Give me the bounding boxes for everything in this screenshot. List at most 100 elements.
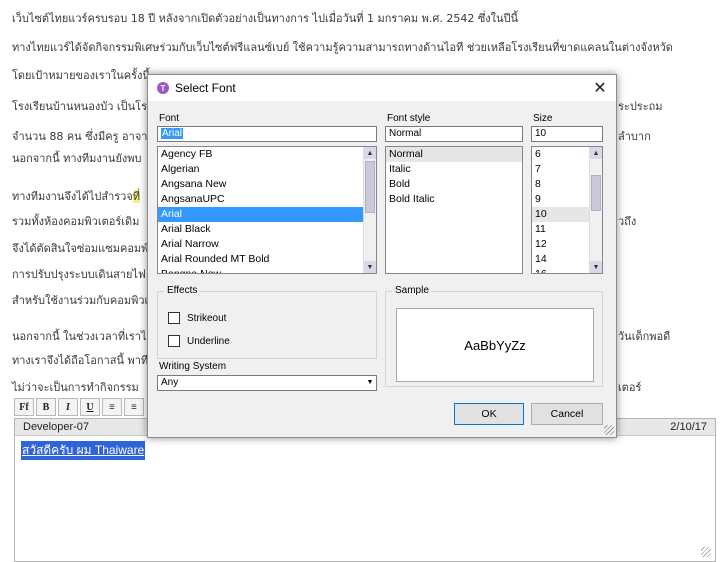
list-item[interactable]: Bold — [386, 177, 522, 192]
strikeout-label: Strikeout — [187, 312, 227, 324]
select-font-dialog: T Select Font ✕ Font Arial Agency FB Alge… — [147, 74, 617, 438]
underline-checkbox[interactable]: Underline — [168, 335, 230, 347]
article-line-tail: เตอร์ — [618, 381, 642, 394]
article-line: ทางไทยแวร์ได้จัดกิจกรรมพิเศษร่วมกับเว็บไ… — [12, 41, 673, 55]
close-icon[interactable]: ✕ — [590, 78, 610, 98]
scroll-up-icon[interactable]: ▲ — [590, 147, 602, 159]
font-name-value: Arial — [161, 128, 184, 139]
font-family-button[interactable]: Ff — [14, 398, 34, 416]
effects-label: Effects — [164, 285, 201, 296]
font-list[interactable]: Agency FB Algerian Angsana New AngsanaUPC Ar… — [157, 146, 377, 274]
article-line-tail: ลำบาก — [618, 130, 651, 143]
article-line: จำนวน 88 คน ซึ่งมีครู อาจา — [12, 130, 147, 144]
scroll-up-icon[interactable]: ▲ — [364, 147, 376, 159]
article-line: นอกจากนี้ ทางทีมงานยังพบ — [12, 152, 142, 166]
scroll-thumb[interactable] — [365, 161, 375, 213]
article-line: เว็บไซต์ไทยแวร์ครบรอบ 18 ปี หลังจากเปิดต… — [12, 12, 518, 26]
list-item[interactable]: Angsana New — [158, 177, 376, 192]
article-line-tail: วถึง — [618, 215, 637, 228]
underline-label: Underline — [187, 335, 230, 347]
article-line-text: โรงเรียนบ้านหนองบัว เป็นโร — [12, 100, 147, 113]
article-line-text: นอกจากนี้ ทางทีมงานยังพบ — [12, 152, 142, 165]
font-style-input[interactable]: Normal — [385, 126, 523, 142]
article-line: นอกจากนี้ ในช่วงเวลาที่เราไ — [12, 330, 146, 344]
highlighted-text: ที่ — [132, 190, 141, 203]
writing-system-label: Writing System — [159, 361, 227, 372]
article-line: โรงเรียนบ้านหนองบัว เป็นโร — [12, 100, 147, 114]
list-item[interactable]: Arial — [158, 207, 376, 222]
list-item[interactable]: Normal — [386, 147, 522, 162]
effects-group: Effects Strikeout Underline — [157, 285, 377, 359]
article-line-text: จำนวน 88 คน ซึ่งมีครู อาจา — [12, 130, 148, 143]
list-item[interactable]: Algerian — [158, 162, 376, 177]
list-item[interactable]: Arial Black — [158, 222, 376, 237]
sample-label: Sample — [392, 285, 432, 296]
scroll-down-icon[interactable]: ▼ — [590, 261, 602, 273]
underline-button[interactable]: U — [80, 398, 100, 416]
article-line-text: ทางทีมงานจึงได้ไปสำรวจ — [12, 190, 133, 203]
italic-button[interactable]: I — [58, 398, 78, 416]
article-line-text: นอกจากนี้ ในช่วงเวลาที่เราไ — [12, 330, 147, 343]
scroll-thumb[interactable] — [591, 175, 601, 211]
article-line-text: รวมทั้งห้องคอมพิวเตอร์เดิม — [12, 215, 140, 228]
align-center-button[interactable]: ≡ — [124, 398, 144, 416]
list-item[interactable]: Italic — [386, 162, 522, 177]
scroll-down-icon[interactable]: ▼ — [364, 261, 376, 273]
article-line-text: จึงได้ตัดสินใจซ่อมแซมคอมพ์ — [12, 242, 149, 255]
strikeout-checkbox[interactable]: Strikeout — [168, 312, 226, 324]
font-name-input[interactable]: Arial — [157, 126, 377, 142]
article-line: จึงได้ตัดสินใจซ่อมแซมคอมพ์ — [12, 242, 148, 256]
article-line-text: ทางเราจึงได้ถือโอกาสนี้ พาที — [12, 354, 149, 367]
font-style-list[interactable]: Normal Italic Bold Bold Italic — [385, 146, 523, 274]
dialog-titlebar: T Select Font ✕ — [148, 75, 616, 101]
article-line: โดยเป้าหมายของเราในครั้งนี้ — [12, 69, 150, 83]
article-line: ทางเราจึงได้ถือโอกาสนี้ พาที — [12, 354, 148, 368]
article-line-text: ไม่ว่าจะเป็นการทำกิจกรรม — [12, 381, 139, 394]
article-line-text: สำหรับใช้งานร่วมกับคอมพิวเ — [12, 294, 149, 307]
article-line: ไม่ว่าจะเป็นการทำกิจกรรม — [12, 381, 139, 395]
dialog-resize-icon[interactable] — [604, 425, 614, 435]
article-line: การปรับปรุงระบบเดินสายไฟ — [12, 268, 146, 282]
article-line-tail: ระประถม — [618, 100, 663, 113]
size-list-scrollbar[interactable]: ▲ ▼ — [589, 147, 602, 273]
list-item[interactable]: AngsanaUPC — [158, 192, 376, 207]
article-line-tail: วันเด็กพอดี — [618, 330, 671, 343]
article-line-text: เว็บไซต์ไทยแวร์ครบรอบ 18 ปี หลังจากเปิดต… — [12, 12, 519, 25]
font-style-label: Font style — [387, 113, 431, 124]
checkbox-icon — [168, 335, 180, 347]
article-line-text: ทางไทยแวร์ได้จัดกิจกรรมพิเศษร่วมกับเว็บไ… — [12, 41, 673, 54]
bold-button[interactable]: B — [36, 398, 56, 416]
font-list-scrollbar[interactable]: ▲ ▼ — [363, 147, 376, 273]
size-input[interactable]: 10 — [531, 126, 603, 142]
logo-big-text: REVIEW — [36, 502, 161, 535]
list-item[interactable]: Arial Narrow — [158, 237, 376, 252]
sample-group: Sample AaBbYyZz — [385, 285, 603, 387]
article-line: ทางทีมงานจึงได้ไปสำรวจที่ — [12, 190, 141, 204]
editor-user: Developer-07 — [23, 421, 90, 433]
sample-preview: AaBbYyZz — [396, 308, 594, 382]
article-line: สำหรับใช้งานร่วมกับคอมพิวเ — [12, 294, 148, 308]
font-label: Font — [159, 113, 180, 124]
checkbox-icon — [168, 312, 180, 324]
cancel-button[interactable]: Cancel — [531, 403, 603, 425]
thaiware-review-logo: THAIWARE REVIEW — [6, 496, 176, 546]
size-label: Size — [533, 113, 553, 124]
editor-selected-text[interactable]: สวัสดีครับ ผม Thaiware — [21, 441, 146, 460]
align-left-button[interactable]: ≡ — [102, 398, 122, 416]
list-item[interactable]: Agency FB — [158, 147, 376, 162]
article-line-text: การปรับปรุงระบบเดินสายไฟ — [12, 268, 146, 281]
list-item[interactable]: Bold Italic — [386, 192, 522, 207]
resize-grip-icon[interactable] — [701, 547, 711, 557]
size-list[interactable]: 6 7 8 9 10 11 12 14 16 ▲ ▼ — [531, 146, 603, 274]
editor-date: 2/10/17 — [670, 421, 707, 433]
list-item[interactable]: Arial Rounded MT Bold — [158, 252, 376, 267]
writing-system-value: Any — [161, 377, 179, 388]
article-line-text: โดยเป้าหมายของเราในครั้งนี้ — [12, 69, 150, 82]
writing-system-select[interactable]: Any ▼ — [157, 375, 377, 391]
list-item[interactable]: Bangna New — [158, 267, 376, 273]
app-icon: T — [157, 82, 169, 94]
editor-toolbar: Ff B I U ≡ ≡ — [14, 398, 144, 416]
article-line: รวมทั้งห้องคอมพิวเตอร์เดิม — [12, 215, 139, 229]
ok-button[interactable]: OK — [454, 403, 524, 425]
dialog-title: Select Font — [175, 81, 236, 95]
